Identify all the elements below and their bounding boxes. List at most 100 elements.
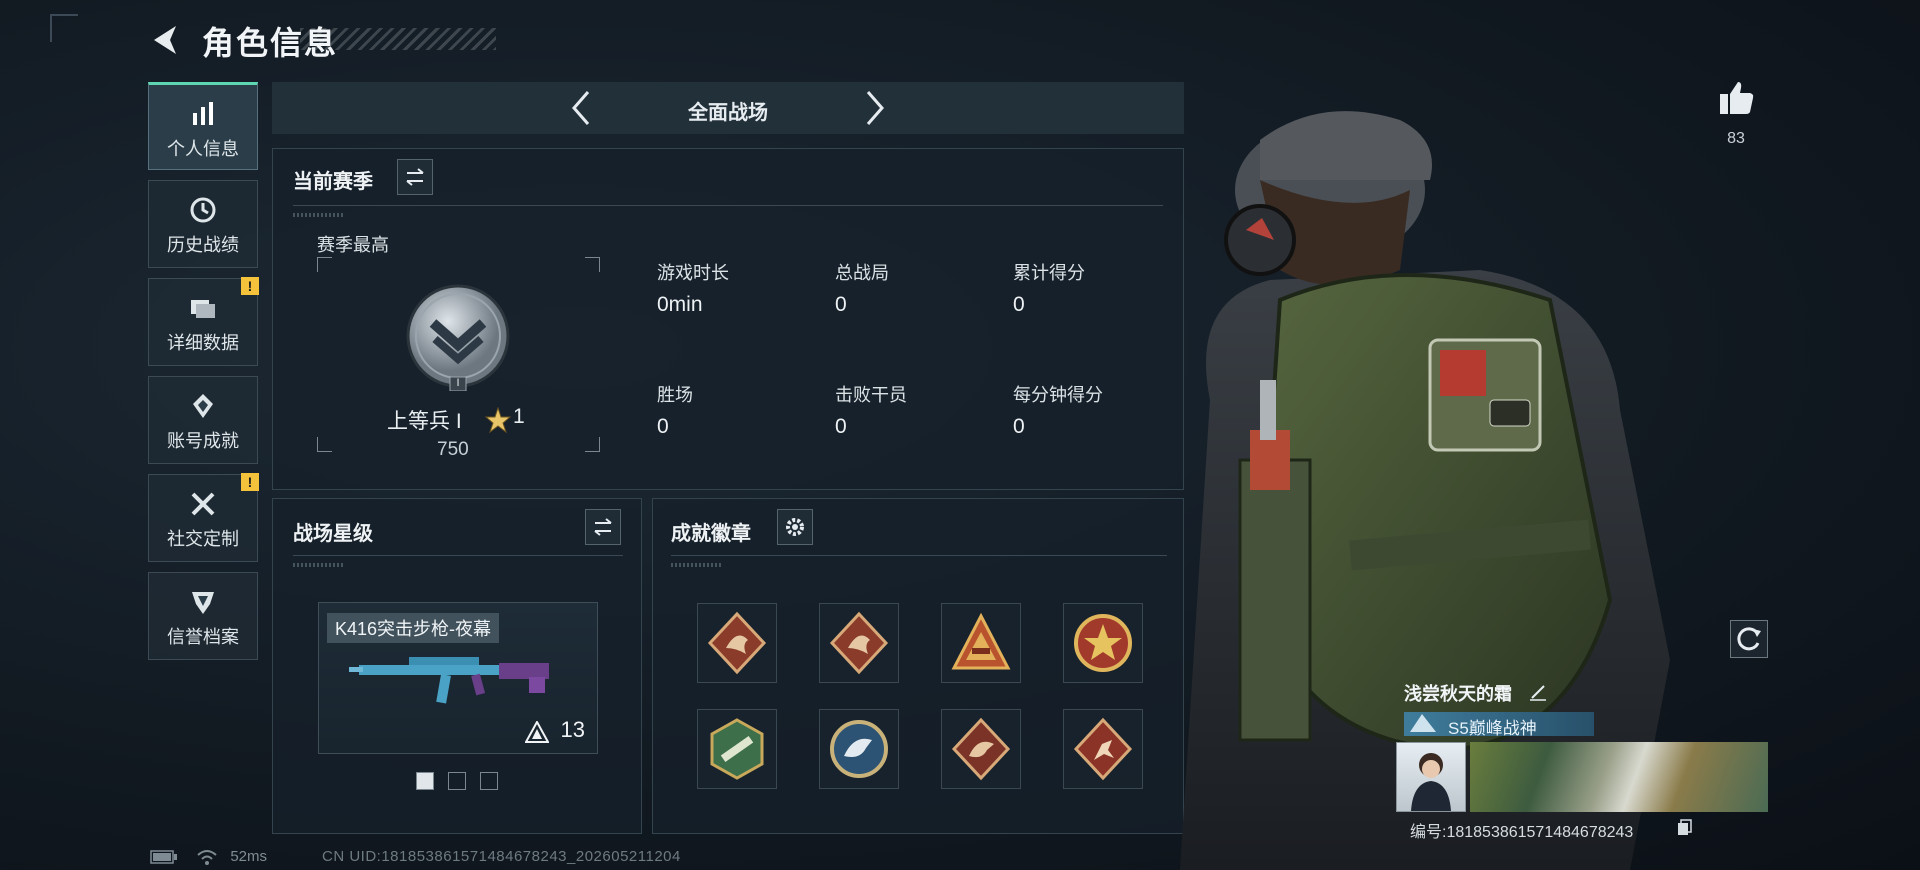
panel-title: 成就徽章: [671, 523, 751, 545]
refresh-button[interactable]: [1730, 620, 1768, 658]
weapon-name: K416突击步枪-夜幕: [327, 613, 500, 643]
player-name: 浅尝秋天的霜: [1404, 684, 1512, 704]
thumbs-up-icon[interactable]: [1716, 78, 1756, 118]
page-title: 角色信息: [202, 25, 339, 61]
star-badge-icon: [1074, 614, 1132, 672]
divider: [671, 555, 1167, 556]
season-best-label: 赛季最高: [317, 235, 389, 255]
divider-tick: [293, 213, 343, 217]
dragon-badge-icon: [829, 611, 889, 675]
nav-label: 信誉档案: [167, 627, 239, 647]
panel-title: 战场星级: [293, 523, 373, 545]
nav-item-profile[interactable]: 个人信息: [148, 82, 258, 170]
star-icon: [485, 407, 511, 433]
wolf-badge-icon: [830, 720, 888, 778]
stat-label: 胜场: [657, 385, 693, 405]
shield-icon: [192, 592, 214, 614]
pyramid-badge-icon: [951, 612, 1011, 670]
swap-icon: [594, 518, 612, 536]
badge-slot[interactable]: [697, 709, 777, 789]
level-triangle-icon: [525, 721, 549, 743]
folder-icon: [191, 300, 215, 318]
wifi-icon: [197, 850, 217, 866]
warning-badge: !: [241, 277, 259, 295]
swap-weapon-button[interactable]: [585, 509, 621, 545]
stat-value: 0: [835, 293, 847, 316]
stat-label: 每分钟得分: [1013, 385, 1103, 405]
medal-icon: [193, 394, 213, 418]
stat-label: 累计得分: [1013, 263, 1085, 283]
badge-slot[interactable]: [697, 603, 777, 683]
divider-tick: [671, 563, 721, 567]
nav-label: 历史战绩: [167, 235, 239, 255]
player-card: 浅尝秋天的霜 S5巅峰战神 编号:181853861571484678243: [1396, 676, 1768, 841]
stat-label: 总战局: [835, 263, 889, 283]
frame-corner: [585, 437, 600, 452]
divider-tick: [293, 563, 343, 567]
missile-badge-icon: [710, 718, 764, 780]
wolf-badge-icon: [951, 717, 1011, 781]
player-id: 编号:181853861571484678243: [1410, 824, 1634, 841]
page-dot-active[interactable]: [416, 772, 434, 790]
refresh-icon: [1737, 627, 1761, 651]
edit-icon[interactable]: [1528, 682, 1548, 702]
stat-value: 0: [1013, 293, 1025, 316]
rifle-icon: [349, 657, 549, 704]
player-title-bar: S5巅峰战神: [1404, 712, 1594, 738]
page-dot[interactable]: [448, 772, 466, 790]
back-arrow-icon[interactable]: [148, 22, 184, 58]
runner-badge-icon: [1073, 717, 1133, 781]
nav-item-details[interactable]: ! 详细数据: [148, 277, 259, 366]
badge-slot[interactable]: [941, 709, 1021, 789]
battery-icon: [150, 850, 177, 864]
nav-item-history[interactable]: 历史战绩: [148, 180, 258, 268]
clock-icon: [190, 197, 216, 223]
nav-item-reputation[interactable]: 信誉档案: [148, 572, 258, 660]
status-bar: 52ms: [150, 848, 268, 866]
badge-slot[interactable]: [819, 603, 899, 683]
weapon-card[interactable]: K416突击步枪-夜幕 13: [318, 602, 598, 754]
badge-slot[interactable]: [941, 603, 1021, 683]
divider: [293, 555, 623, 556]
nav-label: 个人信息: [167, 139, 239, 159]
mode-selector: 全面战场: [272, 82, 1184, 134]
like-count: 83: [1727, 130, 1745, 147]
tools-icon: [191, 492, 215, 516]
player-banner: [1470, 742, 1768, 812]
corner-decoration: [50, 14, 78, 42]
badge-settings-button[interactable]: [777, 509, 813, 545]
copy-icon[interactable]: [1676, 818, 1694, 836]
badges-panel: 成就徽章: [652, 498, 1184, 834]
nav-item-social[interactable]: ! 社交定制: [148, 473, 259, 562]
swap-season-button[interactable]: [397, 159, 433, 195]
player-title: S5巅峰战神: [1448, 719, 1537, 738]
page-dot[interactable]: [480, 772, 498, 790]
rank-tier: I: [456, 377, 460, 389]
divider: [293, 205, 1163, 206]
warning-badge: !: [241, 473, 259, 491]
bar-chart-icon: [193, 102, 213, 125]
uid-text: CN UID:181853861571484678243_20260521120…: [322, 848, 681, 865]
nav-item-achievements[interactable]: 账号成就: [148, 376, 258, 464]
stat-label: 击败干员: [835, 385, 907, 405]
mode-title: 全面战场: [688, 102, 768, 124]
chevron-right-icon[interactable]: [854, 88, 894, 128]
rank-stars: 1: [513, 405, 525, 428]
dragon-badge-icon: [707, 611, 767, 675]
nav-label: 账号成就: [167, 431, 239, 451]
avatar[interactable]: [1396, 742, 1466, 812]
badge-slot[interactable]: [1063, 603, 1143, 683]
ping: 52ms: [230, 848, 268, 865]
badge-slot[interactable]: [819, 709, 899, 789]
title-emblem-icon: [1410, 714, 1436, 732]
season-panel: 当前赛季 赛季最高 I 上等兵 I 1 750 游戏时长 0min 总战局 0 …: [272, 148, 1184, 490]
nav-label: 详细数据: [167, 333, 239, 353]
stat-label: 游戏时长: [657, 263, 729, 283]
swap-icon: [406, 168, 424, 186]
nav-label: 社交定制: [167, 529, 239, 549]
weapon-level: 13: [560, 717, 585, 742]
frame-corner: [585, 257, 600, 272]
rank-score: 750: [437, 439, 469, 460]
stat-value: 0: [657, 415, 669, 438]
badge-slot[interactable]: [1063, 709, 1143, 789]
